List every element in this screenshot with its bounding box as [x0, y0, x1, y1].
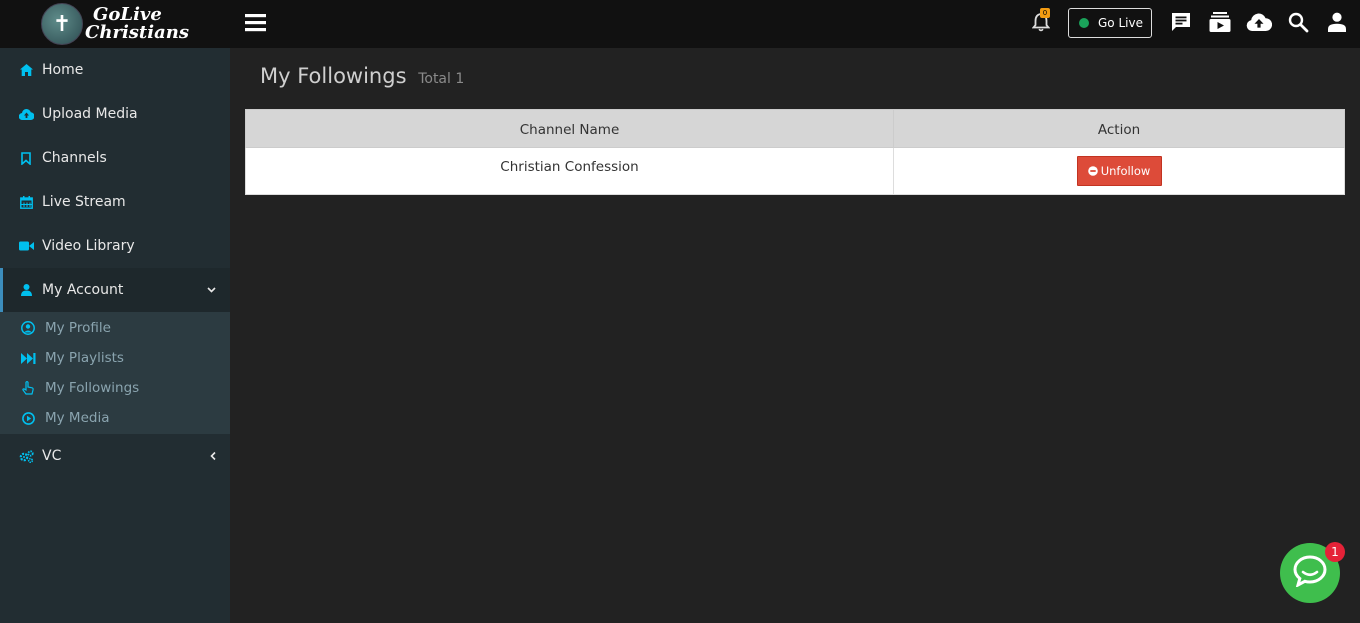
- dove-cross-logo-icon: ✝: [41, 3, 84, 45]
- calendar-icon: [18, 194, 34, 210]
- sidebar-item-label: My Account: [42, 282, 124, 298]
- sidebar-item-label: Upload Media: [42, 106, 138, 122]
- play-circle-icon: [20, 410, 36, 426]
- upload-cloud-icon[interactable]: [1246, 9, 1272, 35]
- sidebar-item-video-library[interactable]: Video Library: [0, 224, 230, 268]
- chat-bubble-icon: [1293, 555, 1327, 591]
- unfollow-label: Unfollow: [1100, 164, 1151, 178]
- page-subtitle: Total 1: [418, 71, 465, 87]
- submenu-item-label: My Profile: [45, 320, 111, 336]
- bookmark-icon: [18, 150, 34, 166]
- unfollow-button[interactable]: Unfollow: [1076, 156, 1162, 186]
- live-status-dot-icon: [1079, 18, 1089, 28]
- sidebar-item-upload-media[interactable]: Upload Media: [0, 92, 230, 136]
- my-account-submenu: My Profile My Playlists My Followings My…: [0, 312, 230, 434]
- user-icon: [18, 282, 34, 298]
- submenu-item-label: My Followings: [45, 380, 140, 396]
- logo-text-line2: Christians: [85, 22, 189, 43]
- chevron-left-icon[interactable]: [210, 451, 216, 461]
- home-icon: [18, 62, 34, 78]
- action-cell: Unfollow: [893, 147, 1345, 195]
- subscriptions-icon[interactable]: [1207, 9, 1233, 35]
- page-title-text: My Followings: [260, 64, 407, 88]
- logo[interactable]: ✝ GoLive Christians: [0, 0, 230, 48]
- submenu-item-my-playlists[interactable]: My Playlists: [0, 343, 230, 373]
- chevron-down-icon[interactable]: [207, 287, 216, 293]
- cogs-icon: [18, 448, 34, 464]
- followings-table: Channel Name Action Christian Confession…: [245, 109, 1345, 195]
- user-circle-icon: [20, 320, 36, 336]
- hamburger-menu-icon[interactable]: [244, 12, 268, 36]
- minus-circle-icon: [1087, 166, 1098, 176]
- table-row: Christian Confession Unfollow: [245, 147, 1345, 195]
- search-icon[interactable]: [1285, 9, 1311, 35]
- submenu-item-my-followings[interactable]: My Followings: [0, 373, 230, 403]
- sidebar-item-channels[interactable]: Channels: [0, 136, 230, 180]
- sidebar-item-label: Channels: [42, 150, 107, 166]
- submenu-item-label: My Playlists: [45, 350, 124, 366]
- notification-count-badge: 0: [1040, 8, 1050, 18]
- sidebar-item-label: Home: [42, 62, 84, 78]
- sidebar-item-my-account[interactable]: My Account: [0, 268, 230, 312]
- go-live-button[interactable]: Go Live: [1068, 8, 1152, 38]
- sidebar-item-home[interactable]: Home: [0, 48, 230, 92]
- submenu-item-label: My Media: [45, 410, 110, 426]
- logo-text: GoLive Christians: [85, 6, 189, 42]
- chat-unread-badge: 1: [1325, 542, 1345, 562]
- page-title: My Followings Total 1: [260, 64, 464, 88]
- main-content: My Followings Total 1 Channel Name Actio…: [230, 48, 1360, 623]
- submenu-item-my-profile[interactable]: My Profile: [0, 313, 230, 343]
- go-live-label: Go Live: [1098, 16, 1143, 30]
- user-account-icon[interactable]: [1324, 9, 1350, 35]
- sidebar-item-label: VC: [42, 448, 62, 464]
- channel-name-cell: Christian Confession: [245, 147, 894, 195]
- cloud-upload-icon: [18, 106, 34, 122]
- sidebar-item-label: Video Library: [42, 238, 135, 254]
- sidebar-item-vc[interactable]: VC: [0, 434, 230, 478]
- submenu-item-my-media[interactable]: My Media: [0, 403, 230, 433]
- column-header-channel-name[interactable]: Channel Name: [245, 109, 894, 148]
- fast-forward-icon: [20, 350, 36, 366]
- top-navbar: 0 Go Live: [230, 0, 1360, 48]
- sidebar-item-live-stream[interactable]: Live Stream: [0, 180, 230, 224]
- hand-pointer-icon: [20, 380, 36, 396]
- chat-messages-icon[interactable]: [1168, 9, 1194, 35]
- live-chat-widget-button[interactable]: 1: [1280, 542, 1345, 603]
- sidebar: ✝ GoLive Christians Home Upload Media Ch…: [0, 0, 230, 623]
- sidebar-item-label: Live Stream: [42, 194, 126, 210]
- notifications-bell-icon[interactable]: 0: [1028, 8, 1054, 35]
- column-header-action[interactable]: Action: [893, 109, 1345, 148]
- table-header-row: Channel Name Action: [245, 109, 1345, 148]
- video-camera-icon: [18, 238, 34, 254]
